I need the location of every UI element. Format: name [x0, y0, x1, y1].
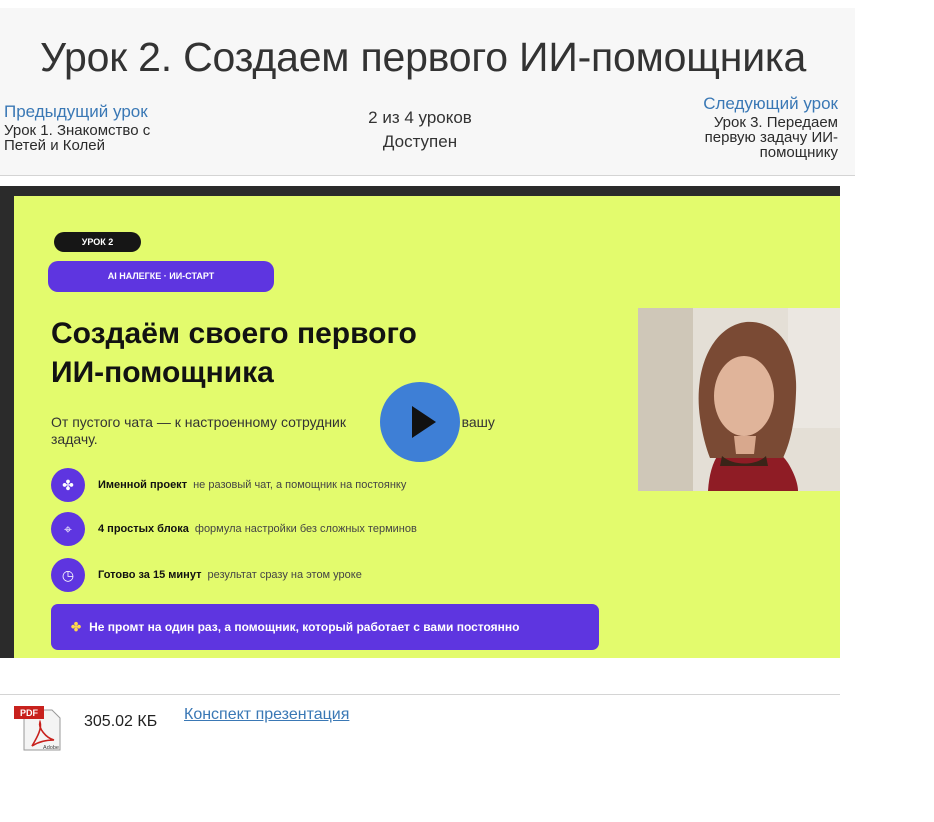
pdf-file-icon: PDF Adobe [14, 706, 62, 752]
slide-feature: ◷ Готово за 15 минут результат сразу на … [51, 558, 362, 592]
slide-lesson-badge: УРОК 2 [54, 232, 141, 252]
lesson-status: Доступен [382, 132, 458, 151]
slide-title-line: ИИ-помощника [51, 356, 274, 389]
feature-title: Именной проект [98, 479, 188, 491]
slide-description-text: От пустого чата — к настроенному сотрудн… [51, 414, 347, 430]
divider [0, 694, 840, 695]
puzzle-icon: ✤ [51, 468, 85, 502]
feature-title: 4 простых блока [98, 523, 189, 535]
adobe-label: Adobe [43, 745, 59, 751]
slide-title-line: Создаём своего первого [51, 317, 417, 350]
next-lesson-title: Урок 3. Передаем [713, 114, 838, 131]
slide-feature: ⌖ 4 простых блока формула настройки без … [51, 512, 417, 546]
next-lesson: Следующий урок Урок 3. Передаем первую з… [638, 94, 838, 161]
puzzle-icon: ✤ [71, 620, 82, 634]
slide-title: Создаём своего первого ИИ-помощника [51, 314, 611, 392]
feature-title: Готово за 15 минут [98, 569, 202, 581]
feature-text: формула настройки без сложных терминов [194, 523, 417, 535]
feature-text: результат сразу на этом уроке [207, 569, 362, 581]
prev-lesson: Предыдущий урок Урок 1. Знакомство с Пет… [4, 102, 204, 154]
lesson-navigation: Предыдущий урок Урок 1. Знакомство с Пет… [0, 94, 855, 176]
play-icon [412, 406, 436, 438]
slide-course-badge: AI НАЛЕГКЕ · ИИ-СТАРТ [48, 261, 274, 292]
attachment-link[interactable]: Конспект презентация [184, 706, 349, 724]
slide-banner-text: Не промт на один раз, а помощник, которы… [89, 620, 520, 634]
feature-text: не разовый чат, а помощник на постоянку [193, 479, 407, 491]
slide-description-line2: задачу. [51, 431, 98, 447]
next-lesson-title-cont: первую задачу ИИ- [704, 129, 838, 146]
prev-lesson-title-cont: Петей и Колей [4, 137, 105, 154]
compass-icon: ⌖ [51, 512, 85, 546]
slide-feature: ✤ Именной проект не разовый чат, а помощ… [51, 468, 406, 502]
lesson-progress: 2 из 4 уроков Доступен [320, 106, 520, 154]
stopwatch-icon: ◷ [51, 558, 85, 592]
pdf-label: PDF [20, 708, 39, 718]
presenter-webcam [638, 308, 840, 491]
progress-count: 2 из 4 уроков [368, 108, 472, 127]
slide-description: От пустого чата — к настроенному сотрудн… [51, 414, 571, 448]
file-size: 305.02 КБ [84, 713, 158, 730]
slide-banner: ✤ Не промт на один раз, а помощник, кото… [51, 604, 599, 650]
prev-lesson-link[interactable]: Предыдущий урок [4, 102, 204, 122]
next-lesson-link[interactable]: Следующий урок [638, 94, 838, 114]
prev-lesson-title: Урок 1. Знакомство с [4, 122, 151, 139]
lesson-header: Урок 2. Создаем первого ИИ-помощника [0, 8, 855, 96]
next-lesson-title-cont2: помощнику [759, 144, 838, 161]
page-title: Урок 2. Создаем первого ИИ-помощника [40, 34, 807, 80]
play-button[interactable] [380, 382, 460, 462]
